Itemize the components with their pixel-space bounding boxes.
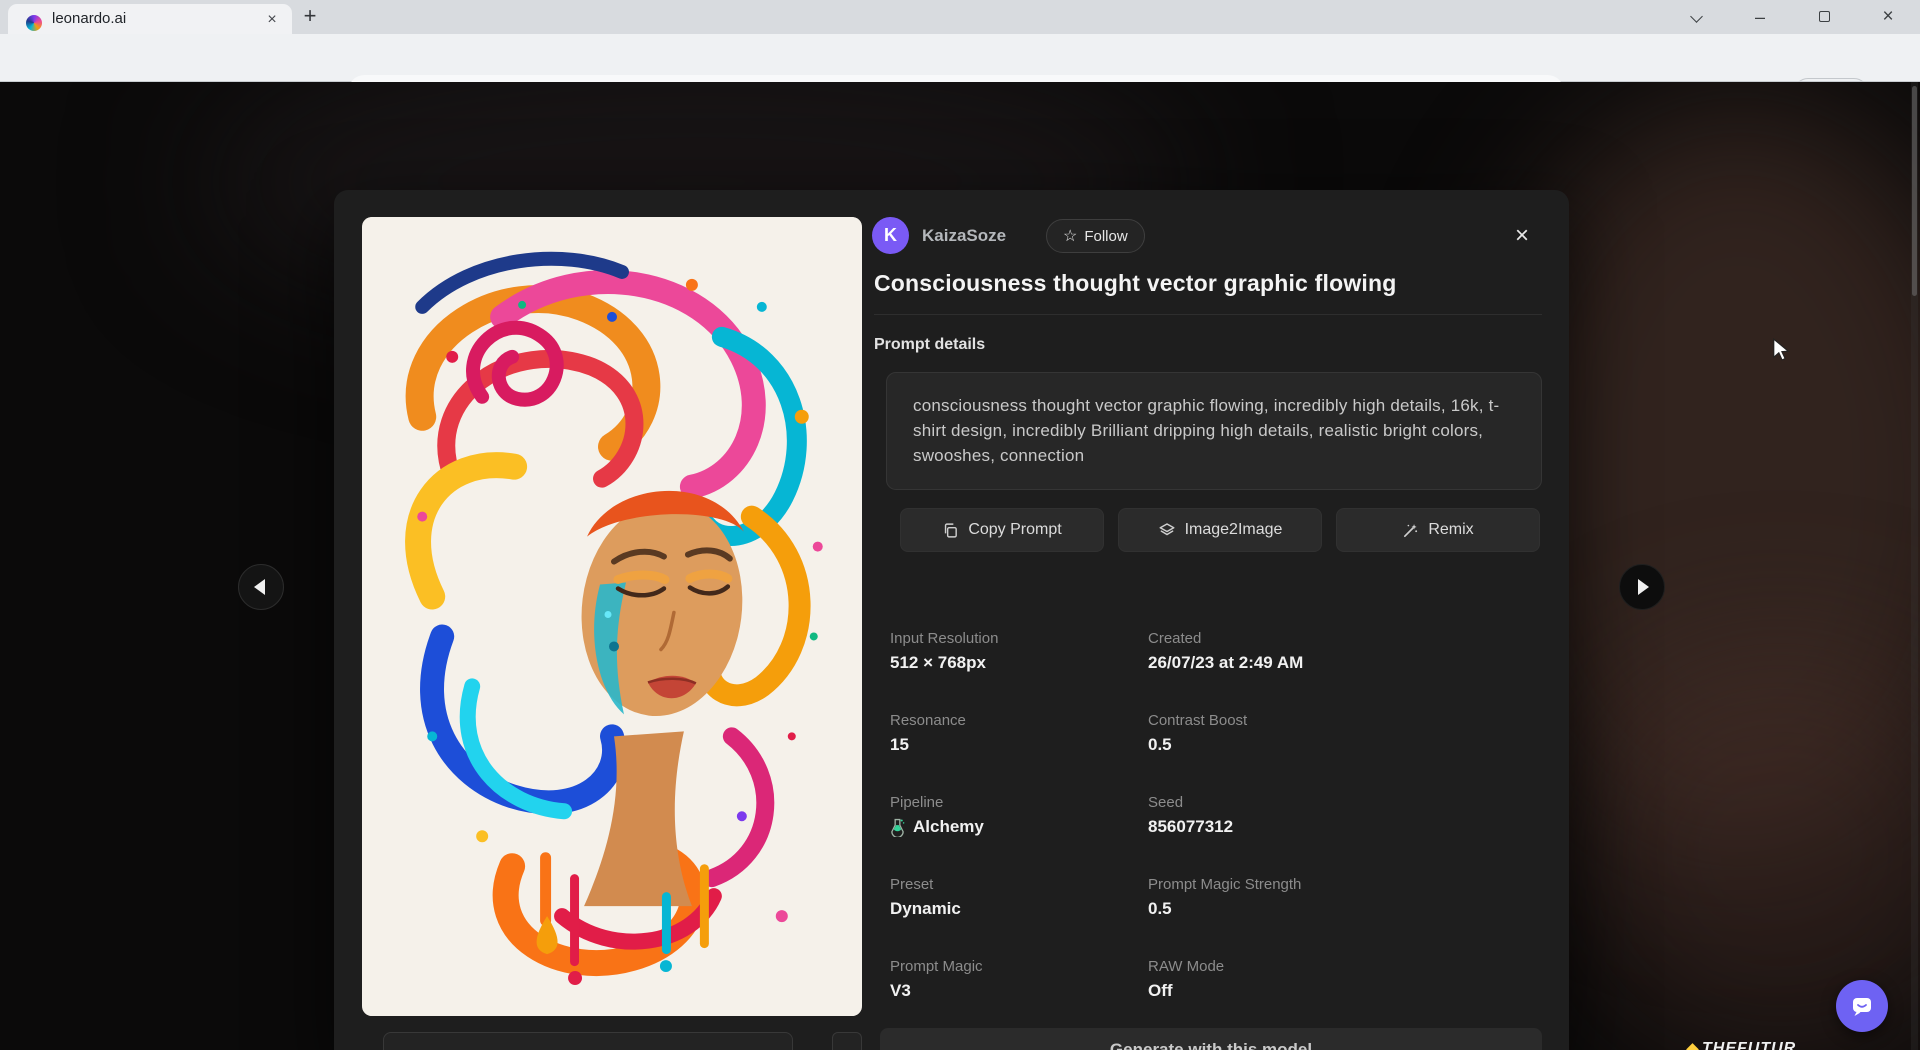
detail-resonance: Resonance 15 [890, 712, 1150, 755]
detail-prompt-magic: Prompt Magic V3 [890, 958, 1150, 1001]
leonardo-favicon-icon [26, 15, 42, 31]
mouse-cursor [1770, 338, 1792, 367]
copy-prompt-button[interactable]: Copy Prompt [900, 508, 1104, 552]
detail-prompt-magic-strength: Prompt Magic Strength 0.5 [1148, 876, 1408, 919]
detail-pipeline: Pipeline Alchemy [890, 794, 1150, 837]
prompt-details-heading: Prompt details [874, 336, 985, 354]
star-icon: ☆ [1063, 226, 1077, 246]
browser-tab-strip: leonardo.ai × + – × [0, 0, 1920, 34]
browser-toolbar: app.leonardo.ai VPN [0, 34, 1920, 82]
image2image-button[interactable]: Image2Image [1118, 508, 1322, 552]
flask-icon [890, 818, 905, 837]
divider [874, 314, 1542, 315]
image-pager-bar[interactable] [383, 1032, 793, 1050]
image-tool-button[interactable] [832, 1032, 862, 1050]
username[interactable]: KaizaSoze [922, 226, 1006, 246]
tab-close-icon[interactable]: × [260, 8, 284, 32]
tab-search-chevron-icon[interactable] [1682, 4, 1710, 30]
previous-image-button[interactable] [238, 564, 284, 610]
page-scrollbar-thumb[interactable] [1912, 86, 1917, 296]
detail-created: Created 26/07/23 at 2:49 AM [1148, 630, 1408, 673]
wand-icon [1402, 522, 1419, 539]
remix-button[interactable]: Remix [1336, 508, 1540, 552]
chat-bubble-icon [1849, 993, 1875, 1019]
prompt-text-box: consciousness thought vector graphic flo… [886, 372, 1542, 490]
follow-button[interactable]: ☆ Follow [1046, 219, 1145, 253]
follow-label: Follow [1084, 228, 1127, 245]
artwork-image[interactable] [362, 217, 862, 1016]
layers-icon [1158, 521, 1176, 539]
user-avatar[interactable]: K [872, 217, 909, 254]
window-restore-button[interactable] [1810, 4, 1838, 30]
remix-label: Remix [1428, 521, 1473, 539]
arrow-right-icon [1638, 579, 1649, 595]
new-tab-button[interactable]: + [296, 2, 324, 30]
watermark: THEFUTUR [1688, 1040, 1796, 1050]
next-image-button[interactable] [1619, 564, 1665, 610]
chat-widget-button[interactable] [1836, 980, 1888, 1032]
detail-seed: Seed 856077312 [1148, 794, 1408, 837]
screen: leonardo.ai × + – × app.leonardo.ai [0, 0, 1920, 1050]
arrow-left-icon [254, 579, 265, 595]
detail-raw-mode: RAW Mode Off [1148, 958, 1408, 1001]
browser-tab[interactable]: leonardo.ai × [8, 4, 292, 34]
detail-input-resolution: Input Resolution 512 × 768px [890, 630, 1150, 673]
window-minimize-button[interactable]: – [1746, 4, 1774, 30]
action-buttons-row: Copy Prompt Image2Image Remix [900, 508, 1540, 552]
detail-contrast-boost: Contrast Boost 0.5 [1148, 712, 1408, 755]
generate-with-model-button[interactable]: Generate with this model [880, 1028, 1542, 1050]
copy-icon [942, 522, 959, 539]
image-detail-modal: K KaizaSoze ☆ Follow × Consciousness tho… [334, 190, 1569, 1050]
detail-preset: Preset Dynamic [890, 876, 1150, 919]
close-icon[interactable]: × [1506, 220, 1538, 252]
image2image-label: Image2Image [1185, 521, 1283, 539]
tab-title: leonardo.ai [52, 4, 126, 34]
image-title: Consciousness thought vector graphic flo… [874, 270, 1544, 297]
spark-icon [1686, 1043, 1699, 1050]
window-close-button[interactable]: × [1874, 4, 1902, 30]
copy-prompt-label: Copy Prompt [968, 521, 1061, 539]
